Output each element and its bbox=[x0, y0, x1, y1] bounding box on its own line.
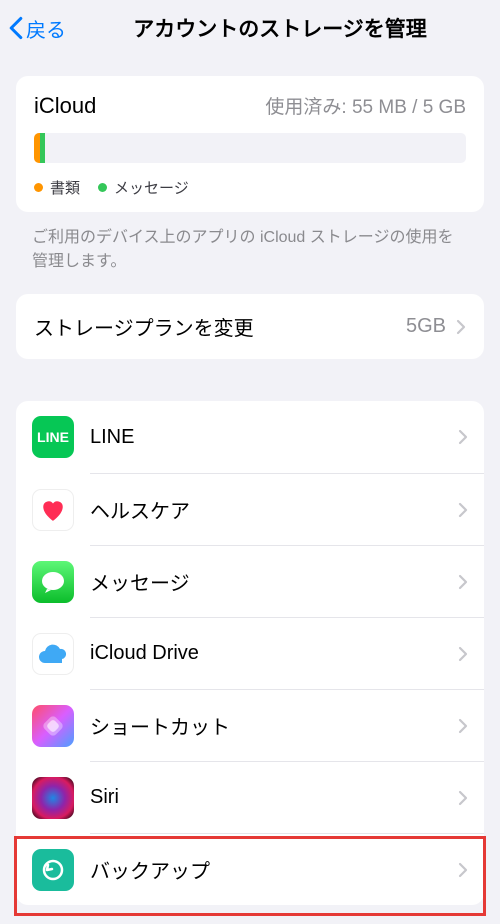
messages-app-icon bbox=[32, 561, 74, 603]
legend-docs: 書類 bbox=[34, 177, 80, 198]
chevron-right-icon bbox=[456, 319, 466, 335]
icloud-usage-text: 使用済み: 55 MB / 5 GB bbox=[265, 92, 466, 119]
dot-icon bbox=[98, 183, 107, 192]
storage-legend: 書類 メッセージ bbox=[34, 177, 466, 198]
legend-messages-label: メッセージ bbox=[114, 177, 189, 198]
app-row-health[interactable]: ヘルスケア bbox=[90, 473, 484, 545]
apps-list: LINE LINE ヘルスケア メッセージ iCloud Drive bbox=[16, 401, 484, 905]
app-row-shortcuts[interactable]: ショートカット bbox=[90, 689, 484, 761]
app-label: ヘルスケア bbox=[90, 495, 458, 524]
app-label: iCloud Drive bbox=[90, 642, 458, 665]
chevron-right-icon bbox=[458, 718, 468, 734]
siri-app-icon bbox=[32, 777, 74, 819]
back-label: 戻る bbox=[26, 14, 66, 43]
legend-docs-label: 書類 bbox=[50, 177, 80, 198]
change-storage-plan-row[interactable]: ストレージプランを変更 5GB bbox=[16, 294, 484, 359]
plan-label: ストレージプランを変更 bbox=[34, 312, 406, 341]
app-label: LINE bbox=[90, 426, 458, 449]
line-app-icon: LINE bbox=[32, 416, 74, 458]
icloud-drive-app-icon bbox=[32, 633, 74, 675]
storage-description: ご利用のデバイス上のアプリの iCloud ストレージの使用を管理します。 bbox=[0, 212, 500, 282]
app-label: Siri bbox=[90, 786, 458, 809]
chevron-right-icon bbox=[458, 646, 468, 662]
app-row-backup[interactable]: バックアップ bbox=[90, 833, 484, 905]
shortcuts-app-icon bbox=[32, 705, 74, 747]
app-row-line[interactable]: LINE LINE bbox=[16, 401, 484, 473]
back-button[interactable]: 戻る bbox=[8, 14, 66, 43]
storage-plan-section: ストレージプランを変更 5GB bbox=[16, 294, 484, 359]
chevron-right-icon bbox=[458, 790, 468, 806]
page-title: アカウントのストレージを管理 bbox=[68, 13, 492, 43]
plan-value: 5GB bbox=[406, 315, 446, 338]
legend-messages: メッセージ bbox=[98, 177, 189, 198]
app-row-siri[interactable]: Siri bbox=[90, 761, 484, 833]
app-label: ショートカット bbox=[90, 711, 458, 740]
app-row-messages[interactable]: メッセージ bbox=[90, 545, 484, 617]
app-row-icloud-drive[interactable]: iCloud Drive bbox=[90, 617, 484, 689]
storage-bar-messages bbox=[40, 133, 45, 163]
dot-icon bbox=[34, 183, 43, 192]
chevron-left-icon bbox=[8, 16, 24, 40]
health-app-icon bbox=[32, 489, 74, 531]
icloud-usage-panel: iCloud 使用済み: 55 MB / 5 GB 書類 メッセージ bbox=[16, 76, 484, 212]
icloud-title: iCloud bbox=[34, 93, 96, 119]
backup-app-icon bbox=[32, 849, 74, 891]
app-label: バックアップ bbox=[90, 855, 458, 884]
chevron-right-icon bbox=[458, 574, 468, 590]
chevron-right-icon bbox=[458, 429, 468, 445]
chevron-right-icon bbox=[458, 502, 468, 518]
chevron-right-icon bbox=[458, 862, 468, 878]
storage-bar bbox=[34, 133, 466, 163]
app-label: メッセージ bbox=[90, 567, 458, 596]
nav-header: 戻る アカウントのストレージを管理 bbox=[0, 0, 500, 56]
